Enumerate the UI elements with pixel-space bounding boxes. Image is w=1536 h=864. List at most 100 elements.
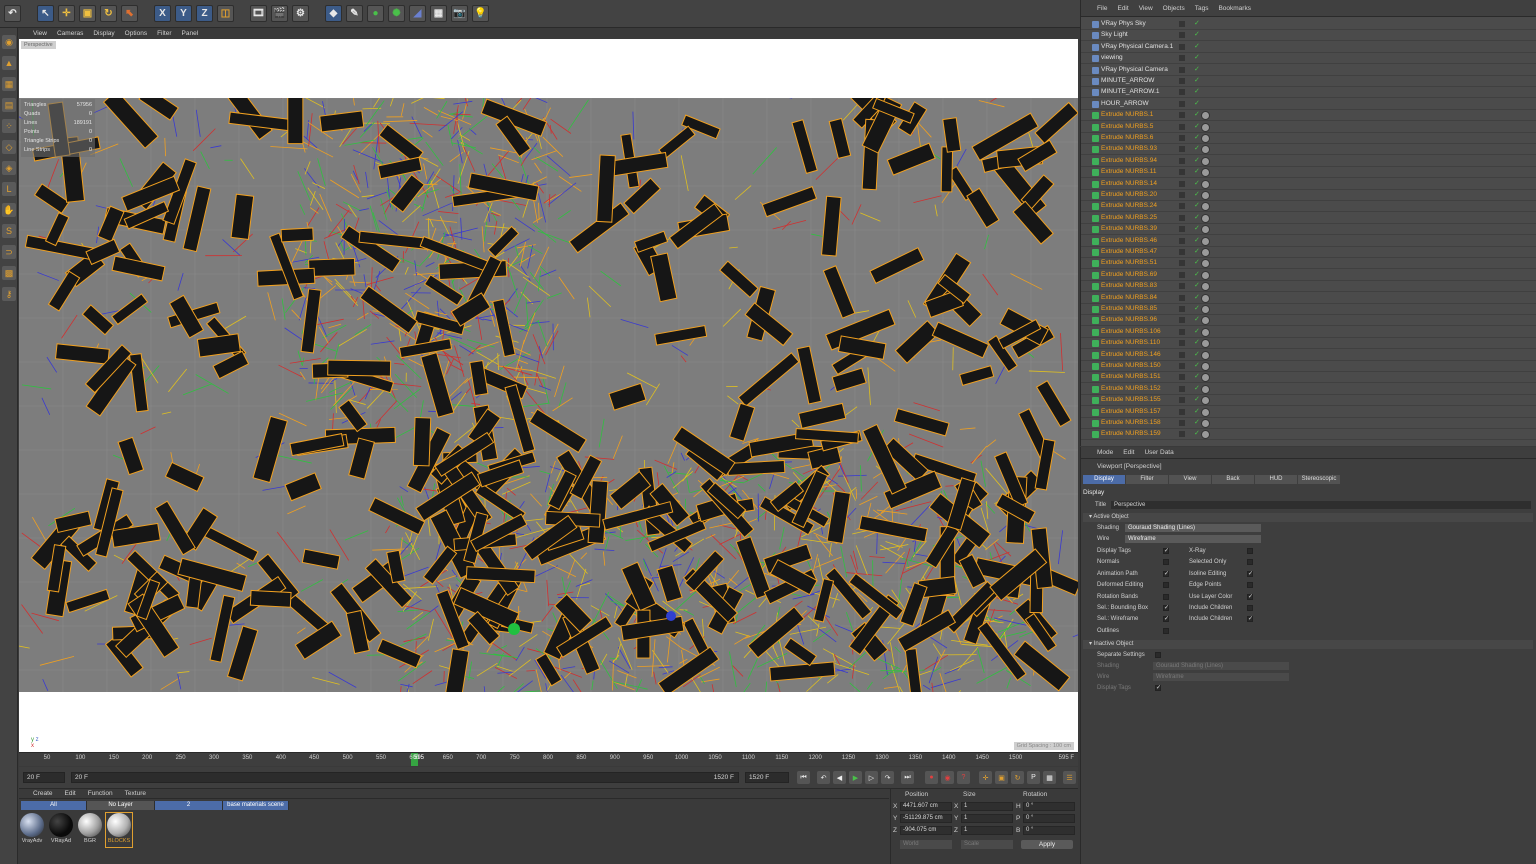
- layer-flag[interactable]: [1179, 420, 1185, 426]
- layer-flag[interactable]: [1179, 283, 1185, 290]
- attr-menu-user-data[interactable]: User Data: [1144, 449, 1173, 456]
- object-row[interactable]: Extrude NURBS.158 ✓: [1081, 418, 1536, 429]
- menu-cameras[interactable]: Cameras: [57, 30, 83, 37]
- layer-flag[interactable]: [1179, 340, 1185, 347]
- mat-menu-function[interactable]: Function: [88, 790, 113, 797]
- object-row[interactable]: Extrude NURBS.20 ✓: [1081, 190, 1536, 201]
- tab-filter[interactable]: Filter: [1126, 475, 1168, 484]
- goto-end-icon[interactable]: ⏭: [901, 771, 914, 784]
- attr-menu-mode[interactable]: Mode: [1097, 449, 1113, 456]
- enable-check-icon[interactable]: ✓: [1194, 258, 1200, 266]
- layer-flag[interactable]: [1179, 180, 1185, 187]
- object-row[interactable]: Extrude NURBS.14 ✓: [1081, 179, 1536, 190]
- inactive-wire-select[interactable]: Wireframe: [1153, 673, 1289, 681]
- material-item[interactable]: VRayAd: [48, 813, 74, 847]
- enable-check-icon[interactable]: ✓: [1194, 42, 1200, 50]
- material-tag-icon[interactable]: [1201, 373, 1210, 383]
- array-icon[interactable]: ✺: [388, 5, 405, 22]
- material-tag-icon[interactable]: [1201, 213, 1210, 223]
- layer-flag[interactable]: [1179, 306, 1185, 312]
- object-row[interactable]: viewing ✓: [1081, 53, 1536, 65]
- object-row[interactable]: Extrude NURBS.159 ✓: [1081, 429, 1536, 441]
- tab-display[interactable]: Display: [1083, 475, 1125, 484]
- live-select-icon[interactable]: ⬉: [121, 5, 138, 22]
- layer-flag[interactable]: [1179, 317, 1185, 324]
- material-item[interactable]: BLOCKS: [105, 812, 133, 848]
- material-tag-icon[interactable]: [1201, 350, 1210, 360]
- y-axis-icon[interactable]: Y: [175, 5, 192, 22]
- material-tag-icon[interactable]: [1201, 396, 1210, 406]
- object-row[interactable]: Extrude NURBS.25 ✓: [1081, 213, 1536, 224]
- layer-flag[interactable]: [1179, 214, 1185, 221]
- attr-menu-edit[interactable]: Edit: [1123, 449, 1134, 456]
- object-row[interactable]: Extrude NURBS.84 ✓: [1081, 293, 1536, 304]
- layer-flag[interactable]: [1179, 249, 1185, 255]
- start-frame-field[interactable]: 20 F: [23, 772, 65, 783]
- layer-flag[interactable]: [1179, 385, 1185, 392]
- object-row[interactable]: Extrude NURBS.151 ✓: [1081, 372, 1536, 384]
- enable-check-icon[interactable]: ✓: [1194, 65, 1200, 73]
- tab-hud[interactable]: HUD: [1255, 475, 1297, 484]
- layer-flag[interactable]: [1179, 66, 1185, 73]
- prop-checkbox[interactable]: [1247, 559, 1253, 566]
- layer-flag[interactable]: [1179, 55, 1185, 62]
- rotate-icon[interactable]: ↻: [100, 5, 117, 22]
- enable-check-icon[interactable]: ✓: [1194, 87, 1200, 95]
- scene-render[interactable]: [19, 68, 1078, 718]
- next-key-icon[interactable]: ↷: [881, 771, 894, 784]
- rot-b-field[interactable]: 0 °: [1023, 826, 1075, 835]
- layer-flag[interactable]: [1179, 226, 1185, 233]
- object-row[interactable]: Extrude NURBS.155 ✓: [1081, 395, 1536, 407]
- wire-select[interactable]: Wireframe: [1125, 535, 1261, 543]
- enable-check-icon[interactable]: ✓: [1194, 213, 1200, 221]
- size-y-field[interactable]: 1: [961, 814, 1013, 823]
- object-row[interactable]: Extrude NURBS.39 ✓: [1081, 224, 1536, 236]
- enable-check-icon[interactable]: ✓: [1194, 361, 1200, 369]
- end-frame-field[interactable]: 1520 F: [745, 772, 789, 783]
- enable-check-icon[interactable]: ✓: [1194, 327, 1200, 335]
- enable-check-icon[interactable]: ✓: [1194, 110, 1200, 118]
- layer-flag[interactable]: [1179, 135, 1185, 141]
- menu-panel[interactable]: Panel: [182, 30, 199, 37]
- magnet-icon[interactable]: ⊃: [2, 245, 16, 259]
- material-tag-icon[interactable]: [1201, 384, 1210, 394]
- shading-select[interactable]: Gouraud Shading (Lines): [1125, 524, 1261, 532]
- layer-flag[interactable]: [1179, 271, 1185, 278]
- om-menu-edit[interactable]: Edit: [1117, 5, 1128, 12]
- enable-check-icon[interactable]: ✓: [1194, 19, 1200, 27]
- tab-stereoscopic[interactable]: Stereoscopic: [1298, 475, 1340, 484]
- title-field[interactable]: Perspective: [1111, 501, 1531, 509]
- coord-mode-select[interactable]: World: [900, 840, 952, 849]
- layer-flag[interactable]: [1179, 32, 1185, 39]
- layer-flag[interactable]: [1179, 408, 1185, 415]
- keyframe-selection-icon[interactable]: ?: [957, 771, 970, 784]
- enable-check-icon[interactable]: ✓: [1194, 76, 1200, 84]
- prop-checkbox[interactable]: ✓: [1163, 616, 1169, 623]
- material-tag-icon[interactable]: [1201, 202, 1210, 212]
- object-row[interactable]: VRay Physical Camera.1 ✓: [1081, 42, 1536, 53]
- layer-flag[interactable]: [1179, 192, 1185, 198]
- layer-flag[interactable]: [1179, 112, 1185, 119]
- prop-checkbox[interactable]: ✓: [1247, 570, 1253, 577]
- object-row[interactable]: Extrude NURBS.85 ✓: [1081, 304, 1536, 315]
- mat-menu-edit[interactable]: Edit: [65, 790, 76, 797]
- prop-checkbox[interactable]: [1247, 548, 1253, 554]
- material-tag-icon[interactable]: [1201, 225, 1210, 235]
- active-object-section[interactable]: ▾ Active Object: [1083, 513, 1533, 522]
- layer-flag[interactable]: [1179, 374, 1185, 381]
- enable-check-icon[interactable]: ✓: [1194, 236, 1200, 244]
- z-axis-icon[interactable]: Z: [196, 5, 213, 22]
- enable-check-icon[interactable]: ✓: [1194, 144, 1200, 152]
- material-tag-icon[interactable]: [1201, 362, 1210, 371]
- layer-all[interactable]: All: [21, 801, 87, 810]
- material-tag-icon[interactable]: [1201, 191, 1210, 200]
- menu-view[interactable]: View: [33, 30, 47, 37]
- enable-check-icon[interactable]: ✓: [1194, 304, 1200, 312]
- size-z-field[interactable]: 1: [961, 826, 1013, 835]
- prev-key-icon[interactable]: ↶: [817, 771, 830, 784]
- enable-check-icon[interactable]: ✓: [1194, 384, 1200, 392]
- layer-flag[interactable]: [1179, 351, 1185, 358]
- tab-view[interactable]: View: [1169, 475, 1211, 484]
- layer-flag[interactable]: [1179, 328, 1185, 335]
- enable-check-icon[interactable]: ✓: [1194, 338, 1200, 346]
